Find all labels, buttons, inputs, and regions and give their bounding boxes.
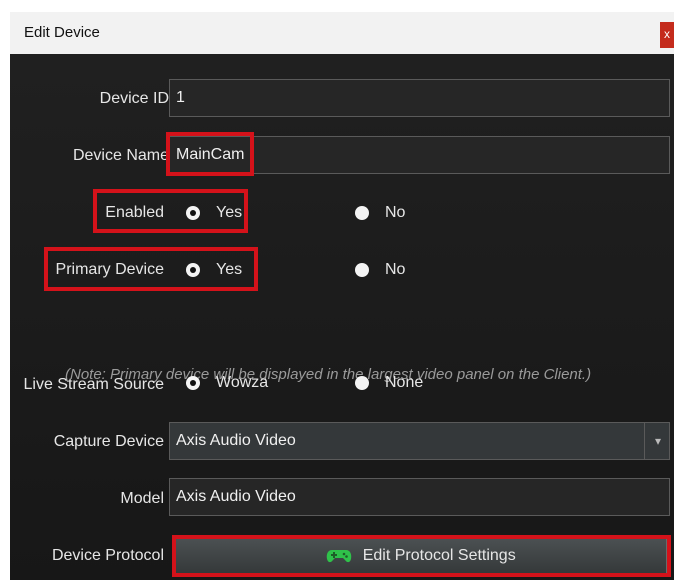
edit-device-dialog: Device ID 1 Device Name MainCam Enabled … [10,54,674,580]
live-stream-wowza-radio[interactable] [186,376,200,390]
device-id-value: 1 [176,89,185,106]
enabled-no-label: No [385,204,406,221]
top-strip [10,0,674,12]
capture-device-select[interactable]: Axis Audio Video [169,422,670,460]
capture-device-label: Capture Device [53,433,164,450]
capture-device-value: Axis Audio Video [176,432,296,449]
edit-protocol-highlight [172,535,671,577]
enabled-no-radio[interactable] [355,206,369,220]
primary-no-label: No [385,261,406,278]
live-stream-none-label: None [385,374,424,391]
close-button[interactable]: x [660,22,674,48]
enabled-highlight [93,189,248,233]
window-title: Edit Device [24,24,100,41]
device-name-highlight [166,132,254,176]
device-protocol-label: Device Protocol [51,547,164,564]
model-field[interactable]: Axis Audio Video [169,478,670,516]
live-stream-source-label: Live Stream Source [23,376,164,393]
device-id-label: Device ID [99,90,169,107]
live-stream-wowza-label: Wowza [216,374,269,391]
model-label: Model [120,490,164,507]
primary-no-radio[interactable] [355,263,369,277]
device-id-field[interactable]: 1 [169,79,670,117]
title-bar: Edit Device x [10,12,674,55]
live-stream-none-radio[interactable] [355,376,369,390]
model-value: Axis Audio Video [176,488,296,505]
device-name-label: Device Name [72,147,169,164]
chevron-down-icon[interactable]: ▾ [644,423,671,459]
primary-device-highlight [44,247,258,291]
